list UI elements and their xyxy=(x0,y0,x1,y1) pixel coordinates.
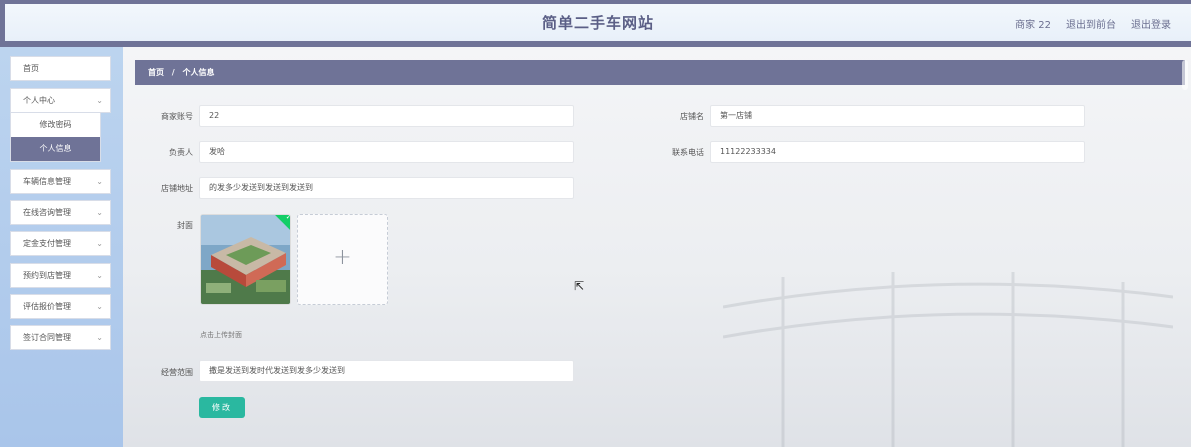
phone-field[interactable]: 11122233334 xyxy=(710,141,1085,163)
top-header-bar: 简单二手车网站 商家 22 退出到前台 退出登录 xyxy=(0,0,1191,47)
breadcrumb-home[interactable]: 首页 xyxy=(148,68,164,77)
chevron-down-icon: ⌄ xyxy=(96,302,103,311)
cover-image[interactable]: ✓ xyxy=(200,214,291,305)
upload-hint: 点击上传封面 xyxy=(200,331,242,339)
sidebar-item-home[interactable]: 首页 xyxy=(10,56,111,81)
check-icon: ✓ xyxy=(285,214,291,222)
chevron-down-icon: ⌄ xyxy=(96,208,103,217)
sidebar-item-store-appointment[interactable]: 预约到店管理 ⌄ xyxy=(10,263,111,288)
sidebar-item-label: 预约到店管理 xyxy=(23,271,71,280)
sidebar-item-label: 在线咨询管理 xyxy=(23,208,71,217)
sidebar-item-label: 个人中心 xyxy=(23,96,55,105)
sidebar-item-contract[interactable]: 签订合同管理 ⌄ xyxy=(10,325,111,350)
chevron-down-icon: ⌄ xyxy=(96,271,103,280)
sidebar-item-online-consult[interactable]: 在线咨询管理 ⌄ xyxy=(10,200,111,225)
sidebar-item-personal-center[interactable]: 个人中心 ⌄ xyxy=(10,88,111,113)
logout-link[interactable]: 退出登录 xyxy=(1131,16,1171,31)
chevron-down-icon: ⌄ xyxy=(96,177,103,186)
header-links: 商家 22 退出到前台 退出登录 xyxy=(1015,16,1171,31)
breadcrumb-current: 个人信息 xyxy=(182,68,215,77)
sidebar-item-label: 评估报价管理 xyxy=(23,302,71,311)
sidebar-item-vehicle-info[interactable]: 车辆信息管理 ⌄ xyxy=(10,169,111,194)
background-fence-image xyxy=(723,272,1173,447)
sidebar-item-label: 定金支付管理 xyxy=(23,239,71,248)
submenu-item-change-password[interactable]: 修改密码 xyxy=(11,113,100,137)
modify-button[interactable]: 修改 xyxy=(199,397,245,418)
shop-name-label: 店铺名 xyxy=(680,112,704,121)
user-label: 商家 22 xyxy=(1015,20,1051,31)
cover-photo-building xyxy=(201,215,290,304)
cover-label: 封面 xyxy=(177,221,193,230)
upload-cover-button[interactable]: + xyxy=(297,214,388,305)
shop-name-field[interactable]: 第一店铺 xyxy=(710,105,1085,127)
account-field[interactable]: 22 xyxy=(199,105,574,127)
chevron-down-icon: ⌄ xyxy=(96,239,103,248)
front-link[interactable]: 退出到前台 xyxy=(1066,16,1116,31)
manager-label: 负责人 xyxy=(169,148,193,157)
address-label: 店铺地址 xyxy=(161,184,193,193)
sidebar-item-deposit-payment[interactable]: 定金支付管理 ⌄ xyxy=(10,231,111,256)
breadcrumb-separator: / xyxy=(171,68,175,77)
site-title: 简单二手车网站 xyxy=(541,14,654,32)
scope-field[interactable]: 撒是发送到发时代发送到发多少发送到 xyxy=(199,360,574,382)
scope-label: 经营范围 xyxy=(161,368,193,377)
phone-label: 联系电话 xyxy=(672,148,704,157)
chevron-down-icon: ⌄ xyxy=(96,96,103,105)
main-content: 首页 / 个人信息 商家账号 22 店铺名 第一店铺 负责人 发哈 联系电话 1… xyxy=(123,47,1191,447)
account-label: 商家账号 xyxy=(161,112,193,121)
manager-field[interactable]: 发哈 xyxy=(199,141,574,163)
breadcrumb: 首页 / 个人信息 xyxy=(135,60,1185,85)
submenu-item-personal-info[interactable]: 个人信息 xyxy=(11,137,100,161)
sidebar-item-label: 首页 xyxy=(23,64,39,73)
header-panel: 简单二手车网站 商家 22 退出到前台 退出登录 xyxy=(5,4,1191,41)
sidebar-item-label: 车辆信息管理 xyxy=(23,177,71,186)
plus-icon: + xyxy=(333,245,352,270)
mouse-cursor-icon: ⇱ xyxy=(574,279,585,293)
chevron-down-icon: ⌄ xyxy=(96,333,103,342)
scrollbar[interactable] xyxy=(1182,60,1188,90)
sidebar: 首页 个人中心 ⌄ 修改密码 个人信息 车辆信息管理 ⌄ 在线咨询管理 ⌄ 定金… xyxy=(0,47,123,447)
address-field[interactable]: 的发多少发送到发送到发送到 xyxy=(199,177,574,199)
personal-center-submenu: 修改密码 个人信息 xyxy=(10,112,101,162)
sidebar-item-valuation-quote[interactable]: 评估报价管理 ⌄ xyxy=(10,294,111,319)
sidebar-item-label: 签订合同管理 xyxy=(23,333,71,342)
